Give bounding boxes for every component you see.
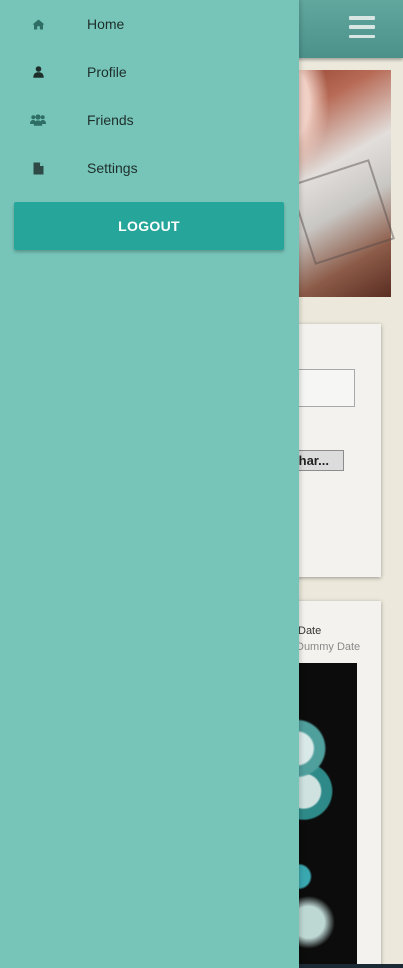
nav-item-home[interactable]: Home <box>0 0 299 48</box>
file-icon <box>30 160 46 176</box>
nav-label-profile: Profile <box>87 64 127 80</box>
nav-label-friends: Friends <box>87 112 134 128</box>
post-date-label: Date <box>298 625 322 637</box>
home-icon <box>30 16 46 32</box>
nav-item-friends[interactable]: Friends <box>0 96 299 144</box>
nav-label-settings: Settings <box>87 160 138 176</box>
navigation-drawer: Home Profile Friends Settings LOGOUT <box>0 0 299 968</box>
post-date-value: Dummy Date <box>296 641 361 653</box>
nav-item-settings[interactable]: Settings <box>0 144 299 192</box>
nav-item-profile[interactable]: Profile <box>0 48 299 96</box>
user-icon <box>30 64 46 80</box>
logout-button[interactable]: LOGOUT <box>14 202 284 250</box>
nav-label-home: Home <box>87 16 125 32</box>
users-icon <box>30 112 46 128</box>
menu-icon[interactable] <box>349 16 375 38</box>
